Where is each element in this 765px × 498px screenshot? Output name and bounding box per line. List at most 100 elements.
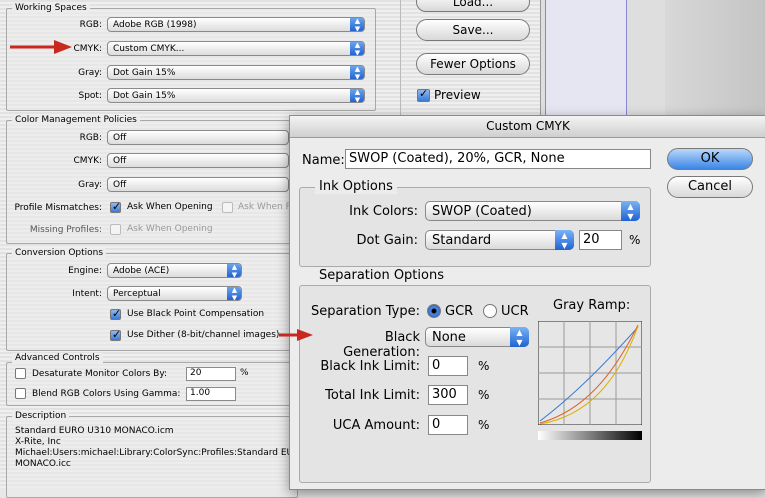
missing-ask-label: Ask When Opening [127, 224, 213, 234]
missing-ask-checkbox[interactable] [110, 224, 121, 235]
desaturate-label: Desaturate Monitor Colors By: [32, 369, 168, 379]
description-line-2: X-Rite, Inc [15, 437, 61, 447]
policy-rgb-label: RGB: [79, 133, 102, 143]
policy-gray-value: Off [113, 180, 127, 190]
gray-ramp-gradient-bar [538, 431, 642, 440]
uca-amount-input[interactable]: 0 [428, 415, 468, 435]
chevron-updown-icon: ▲ ▼ [350, 89, 364, 102]
intent-select[interactable]: Perceptual ▲ ▼ [107, 286, 242, 301]
ucr-radio[interactable] [483, 304, 497, 318]
cancel-button-label: Cancel [687, 179, 733, 194]
description-line-3: Michael:Users:michael:Library:ColorSync:… [15, 448, 307, 458]
ask-when-opening-label: Ask When Opening [127, 202, 213, 212]
total-ink-limit-label: Total Ink Limit: [325, 388, 420, 403]
chevron-updown-icon: ▲ ▼ [350, 18, 364, 31]
dot-gain-value: Standard [432, 233, 492, 248]
dot-gain-select[interactable]: Standard ▲ ▼ [425, 230, 574, 250]
black-generation-select[interactable]: None ▲ ▼ [425, 327, 529, 347]
uca-amount-unit: % [478, 418, 490, 432]
cmyk-value: Custom CMYK... [113, 44, 185, 54]
use-dither-label: Use Dither (8-bit/channel images) [127, 330, 280, 340]
annotation-arrow-icon [279, 329, 313, 341]
use-dither-checkbox[interactable] [110, 328, 121, 341]
blend-gamma-label: Blend RGB Colors Using Gamma: [32, 389, 181, 399]
description-title: Description [12, 411, 70, 421]
black-point-compensation-checkbox[interactable] [110, 307, 121, 320]
spot-working-space-select[interactable]: Dot Gain 15% ▲ ▼ [107, 88, 365, 103]
cancel-button[interactable]: Cancel [667, 176, 753, 198]
preview-label: Preview [434, 88, 481, 102]
rgb-label: RGB: [79, 20, 102, 30]
profile-mismatches-label: Profile Mismatches: [14, 203, 102, 213]
fewer-options-button[interactable]: Fewer Options [416, 53, 530, 75]
ink-colors-label: Ink Colors: [349, 204, 418, 219]
scrollbar-right[interactable] [665, 0, 765, 115]
gcr-label: GCR [445, 304, 474, 319]
policy-gray-select[interactable]: Off [107, 177, 289, 192]
advanced-title: Advanced Controls [12, 353, 103, 363]
engine-value: Adobe (ACE) [113, 266, 170, 276]
total-ink-limit-unit: % [478, 388, 490, 402]
description-line-4: MONACO.icc [15, 459, 71, 469]
chevron-updown-icon: ▲ ▼ [621, 201, 640, 221]
conversion-title: Conversion Options [12, 248, 107, 258]
ask-when-opening-checkbox[interactable] [110, 200, 121, 213]
name-input[interactable]: SWOP (Coated), 20%, GCR, None [345, 149, 651, 169]
chevron-updown-icon: ▲ ▼ [350, 42, 364, 55]
policy-cmyk-select[interactable]: Off [107, 153, 289, 168]
intent-label: Intent: [72, 289, 102, 299]
policies-title: Color Management Policies [12, 115, 140, 125]
desaturate-unit: % [240, 368, 249, 378]
gray-ramp-graph [538, 321, 642, 425]
ok-button[interactable]: OK [667, 148, 753, 170]
dot-gain-input[interactable]: 20 [579, 230, 622, 250]
total-ink-limit-input[interactable]: 300 [428, 385, 468, 405]
load-button[interactable]: Load... [416, 0, 530, 12]
missing-profiles-label: Missing Profiles: [29, 225, 102, 235]
engine-label: Engine: [68, 266, 102, 276]
preview-checkbox[interactable] [417, 87, 430, 102]
black-ink-limit-unit: % [478, 359, 490, 373]
rgb-working-space-select[interactable]: Adobe RGB (1998) ▲ ▼ [107, 17, 365, 32]
rgb-value: Adobe RGB (1998) [113, 20, 197, 30]
gray-working-space-select[interactable]: Dot Gain 15% ▲ ▼ [107, 65, 365, 80]
dot-gain-unit: % [629, 233, 641, 247]
ucr-label: UCR [501, 304, 529, 319]
save-button[interactable]: Save... [416, 19, 530, 41]
ink-colors-select[interactable]: SWOP (Coated) ▲ ▼ [425, 201, 640, 221]
description-line-1: Standard EURO U310 MONACO.icm [15, 426, 174, 436]
separation-type-label: Separation Type: [310, 304, 420, 319]
engine-select[interactable]: Adobe (ACE) ▲ ▼ [107, 263, 242, 278]
fewer-options-label: Fewer Options [430, 57, 516, 71]
chevron-updown-icon: ▲ ▼ [227, 264, 241, 277]
dialog-title: Custom CMYK [290, 116, 765, 138]
preview-document-page [545, 0, 627, 116]
ok-button-label: OK [700, 151, 720, 166]
gcr-radio[interactable] [427, 304, 441, 318]
spot-value: Dot Gain 15% [113, 91, 176, 101]
ink-options-title: Ink Options [315, 179, 397, 194]
annotation-arrow-icon [10, 40, 72, 54]
chevron-updown-icon: ▲ ▼ [510, 327, 529, 347]
uca-amount-label: UCA Amount: [332, 418, 420, 433]
ink-options-group [299, 187, 651, 267]
separation-options-title: Separation Options [315, 268, 448, 283]
black-point-compensation-label: Use Black Point Compensation [127, 309, 265, 319]
policy-cmyk-value: Off [113, 156, 127, 166]
black-ink-limit-input[interactable]: 0 [428, 356, 468, 376]
blend-gamma-input[interactable]: 1.00 [186, 387, 236, 401]
black-generation-label: Black Generation: [343, 330, 420, 360]
custom-cmyk-dialog: Custom CMYK Name: SWOP (Coated), 20%, GC… [289, 115, 765, 490]
ask-when-pasting-label: Ask When P [238, 202, 292, 212]
policy-rgb-select[interactable]: Off [107, 130, 289, 145]
ask-when-pasting-checkbox[interactable] [222, 202, 233, 213]
chevron-updown-icon: ▲ ▼ [555, 230, 574, 250]
blend-gamma-checkbox[interactable] [15, 388, 26, 399]
chevron-updown-icon: ▲ ▼ [350, 66, 364, 79]
desaturate-checkbox[interactable] [15, 368, 26, 379]
chevron-updown-icon: ▲ ▼ [227, 287, 241, 300]
dot-gain-label: Dot Gain: [356, 233, 418, 248]
desaturate-input[interactable]: 20 [186, 367, 236, 381]
gray-label: Gray: [78, 68, 102, 78]
cmyk-working-space-select[interactable]: Custom CMYK... ▲ ▼ [107, 41, 365, 56]
